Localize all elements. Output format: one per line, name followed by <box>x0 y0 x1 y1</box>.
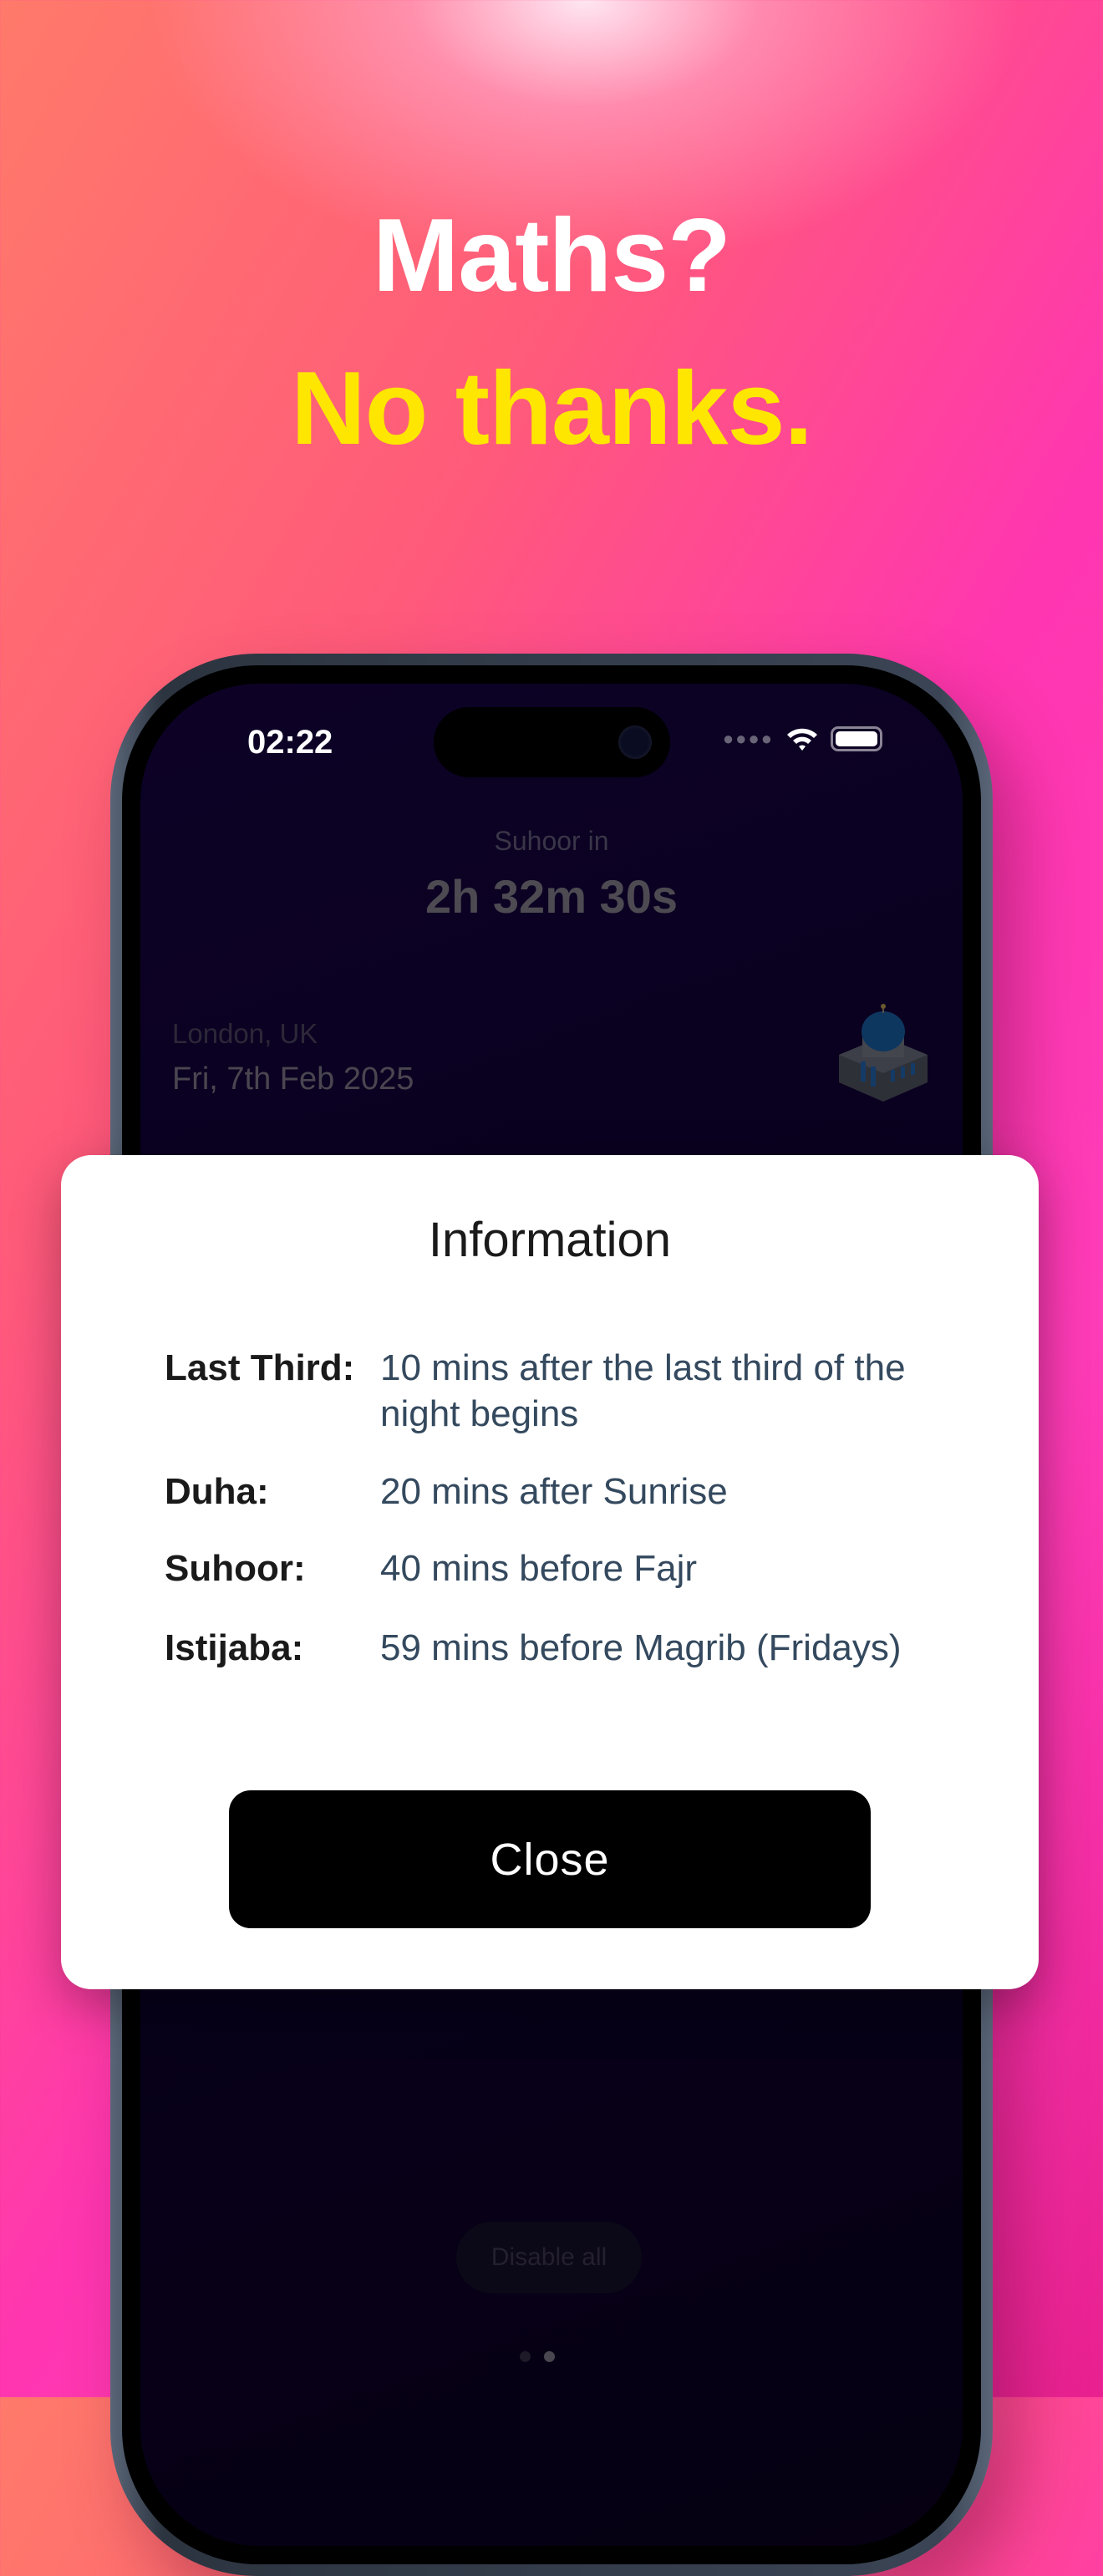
info-label: Istijaba: <box>165 1627 304 1668</box>
info-row: Duha: 20 mins after Sunrise <box>165 1469 982 1515</box>
wifi-icon <box>787 728 817 751</box>
info-value: 10 mins after the last third of the nigh… <box>380 1347 906 1434</box>
info-row: Istijaba: 59 mins before Magrib (Fridays) <box>165 1625 982 1671</box>
page-dot[interactable] <box>520 2351 531 2362</box>
info-value: 40 mins before Fajr <box>380 1548 698 1589</box>
dynamic-island <box>434 707 670 777</box>
page-indicator[interactable] <box>520 2351 555 2362</box>
info-value: 20 mins after Sunrise <box>380 1471 728 1512</box>
info-label: Suhoor: <box>165 1548 306 1589</box>
info-label: Duha: <box>165 1471 269 1512</box>
countdown-label: Suhoor in <box>494 826 609 856</box>
information-modal: Information Last Third: 10 mins after the… <box>61 1155 1039 1989</box>
date-text: Fri, 7th Feb 2025 <box>172 1061 414 1097</box>
headline-line-2: No thanks. <box>291 351 813 466</box>
info-row: Last Third: 10 mins after the last third … <box>165 1345 982 1437</box>
info-row: Suhoor: 40 mins before Fajr <box>165 1545 982 1591</box>
location-text[interactable]: London, UK <box>172 1018 318 1050</box>
modal-title: Information <box>428 1213 672 1267</box>
signal-icon: ●●●● <box>722 728 774 749</box>
battery-icon <box>831 726 882 751</box>
status-icons: ●●●● <box>723 725 882 752</box>
headline-line-1: Maths? <box>373 198 731 313</box>
camera-icon <box>618 725 652 759</box>
close-button[interactable]: Close <box>229 1790 871 1928</box>
countdown-timer: 2h 32m 30s <box>425 870 678 923</box>
info-label: Last Third: <box>165 1347 355 1388</box>
status-time: 02:22 <box>247 724 333 761</box>
mosque-icon <box>839 1004 928 1102</box>
page-dot-active[interactable] <box>544 2351 555 2362</box>
info-value: 59 mins before Magrib (Fridays) <box>380 1627 902 1668</box>
disable-all-button[interactable]: Disable all <box>456 2222 642 2293</box>
